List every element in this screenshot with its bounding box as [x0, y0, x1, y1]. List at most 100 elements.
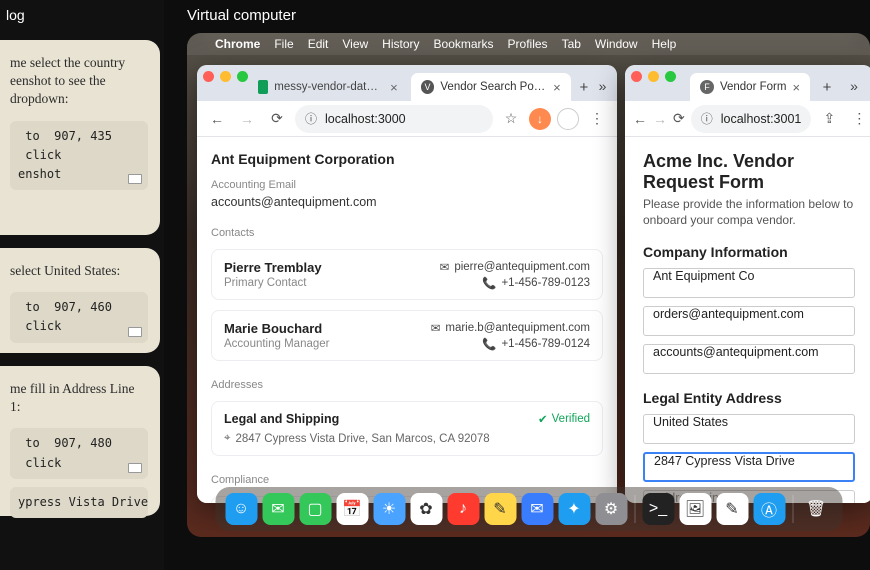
dock-weather[interactable]: ☀ [373, 493, 405, 525]
overflow-menu-icon[interactable]: » [841, 74, 867, 98]
dock-textedit[interactable]: ✎ [716, 493, 748, 525]
menu-item[interactable]: History [382, 37, 419, 51]
window-minimize-icon[interactable] [648, 71, 659, 82]
mail-icon: ✉ [431, 321, 441, 335]
reload-button[interactable]: ⟳ [265, 107, 289, 131]
address-value: ⌖2847 Cypress Vista Drive, San Marcos, C… [224, 432, 590, 445]
address-bar[interactable]: ⓘ localhost:3000 [295, 105, 493, 133]
share-button[interactable]: ⇪ [817, 107, 841, 131]
dock[interactable]: ☺✉▢📅☀✿♪✎✉✦⚙>_🖼✎Ⓐ🗑 [215, 487, 842, 531]
address-line-1-input[interactable]: 2847 Cypress Vista Drive [643, 452, 855, 482]
dock-safari[interactable]: ✦ [558, 493, 590, 525]
tab-strip[interactable]: F Vendor Form × + » [625, 65, 870, 101]
menu-item[interactable]: Profiles [508, 37, 548, 51]
phone-icon: 📞 [482, 337, 496, 351]
url-text: localhost:3000 [325, 112, 406, 126]
url-text: localhost:3001 [721, 112, 802, 126]
back-button[interactable]: ← [205, 107, 229, 131]
menu-item[interactable]: Tab [562, 37, 581, 51]
screenshot-thumb-icon [128, 174, 142, 184]
browser-window-left: messy-vendor-data - Google × V Vendor Se… [197, 65, 617, 503]
dock-notes[interactable]: ✎ [484, 493, 516, 525]
section-label: Compliance [211, 474, 603, 486]
vendor-portal-page[interactable]: Ant Equipment Corporation Accounting Ema… [197, 137, 617, 503]
verified-badge: ✔Verified [538, 412, 590, 426]
contact-phone: 📞+1-456-789-0124 [482, 337, 590, 351]
contact-email: ✉pierre@antequipment.com [440, 260, 590, 274]
close-icon[interactable]: × [792, 80, 800, 95]
window-zoom-icon[interactable] [237, 71, 248, 82]
dock-calendar[interactable]: 📅 [336, 493, 368, 525]
window-close-icon[interactable] [203, 71, 214, 82]
site-favicon-icon: V [421, 80, 435, 94]
accounting-email: accounts@antequipment.com [211, 195, 603, 209]
log-step-3: me fill in Address Line 1: to 907, 480 c… [0, 366, 160, 516]
forward-button[interactable]: → [653, 107, 667, 131]
menu-item[interactable]: Help [652, 37, 677, 51]
dock-messages[interactable]: ✉ [262, 493, 294, 525]
window-minimize-icon[interactable] [220, 71, 231, 82]
dock-photos[interactable]: ✿ [410, 493, 442, 525]
company-name-input[interactable]: Ant Equipment Co [643, 268, 855, 298]
dock-music[interactable]: ♪ [447, 493, 479, 525]
section-label: Addresses [211, 379, 603, 391]
country-select[interactable]: United States [643, 414, 855, 444]
browser-window-right: F Vendor Form × + » ← → ⟳ ⓘ localhost:30… [625, 65, 870, 503]
reload-button[interactable]: ⟳ [673, 107, 685, 131]
code-block: ypress Vista Drive [10, 487, 148, 518]
contact-phone: 📞+1-456-789-0123 [482, 276, 590, 290]
profile-button[interactable] [557, 108, 579, 130]
dock-terminal[interactable]: >_ [642, 493, 674, 525]
close-icon[interactable]: × [553, 80, 561, 95]
dock-facetime[interactable]: ▢ [299, 493, 331, 525]
mac-menubar[interactable]: Chrome File Edit View History Bookmarks … [187, 33, 870, 55]
contact-card: Marie Bouchard Accounting Manager ✉marie… [211, 310, 603, 361]
tab-sheets[interactable]: messy-vendor-data - Google × [248, 73, 408, 101]
overflow-menu-icon[interactable]: » [594, 74, 611, 98]
dock-settings[interactable]: ⚙ [595, 493, 627, 525]
dock-trash[interactable]: 🗑 [800, 493, 832, 525]
menu-item[interactable]: Chrome [215, 37, 260, 51]
address-bar[interactable]: ⓘ localhost:3001 [691, 105, 812, 133]
window-close-icon[interactable] [631, 71, 642, 82]
address-type: Legal and Shipping [224, 412, 590, 426]
dock-finder[interactable]: ☺ [225, 493, 257, 525]
menu-item[interactable]: Window [595, 37, 638, 51]
star-button[interactable]: ☆ [499, 107, 523, 131]
code-block: to 907, 480 click [10, 428, 148, 478]
tab-vendor-form[interactable]: F Vendor Form × [690, 73, 810, 101]
orders-email-input[interactable]: orders@antequipment.com [643, 306, 855, 336]
menu-item[interactable]: File [274, 37, 293, 51]
back-button[interactable]: ← [633, 107, 647, 131]
new-tab-button[interactable]: + [816, 76, 838, 98]
window-zoom-icon[interactable] [665, 71, 676, 82]
vendor-form-page[interactable]: Acme Inc. Vendor Request Form Please pro… [625, 137, 870, 503]
virtual-computer: Chrome File Edit View History Bookmarks … [187, 33, 870, 537]
menu-item[interactable]: Bookmarks [434, 37, 494, 51]
dock-mail[interactable]: ✉ [521, 493, 553, 525]
mail-icon: ✉ [440, 260, 450, 274]
log-step-1: me select the country eenshot to see the… [0, 40, 160, 235]
log-text: me select the country eenshot to see the… [10, 54, 148, 109]
tab-strip[interactable]: messy-vendor-data - Google × V Vendor Se… [197, 65, 617, 101]
menu-item[interactable]: View [342, 37, 368, 51]
log-title: log [6, 7, 25, 23]
site-favicon-icon: F [700, 80, 714, 94]
address-card: Legal and Shipping ✔Verified ⌖2847 Cypre… [211, 401, 603, 456]
virtual-computer-title: Virtual computer [187, 7, 296, 24]
form-title: Acme Inc. Vendor Request Form [643, 151, 855, 193]
dock-preview[interactable]: 🖼 [679, 493, 711, 525]
download-button[interactable]: ↓ [529, 108, 551, 130]
log-step-2: select United States: to 907, 460 click [0, 248, 160, 353]
dock-appstore[interactable]: Ⓐ [753, 493, 785, 525]
new-tab-button[interactable]: + [577, 76, 591, 98]
tab-vendor-portal[interactable]: V Vendor Search Portal × [411, 73, 571, 101]
accounts-email-input[interactable]: accounts@antequipment.com [643, 344, 855, 374]
menu-item[interactable]: Edit [308, 37, 329, 51]
chrome-menu-button[interactable]: ⋮ [585, 107, 609, 131]
site-info-icon[interactable]: ⓘ [701, 110, 713, 127]
forward-button[interactable]: → [235, 107, 259, 131]
close-icon[interactable]: × [390, 80, 398, 95]
chrome-menu-button[interactable]: ⋮ [847, 107, 870, 131]
site-info-icon[interactable]: ⓘ [305, 110, 317, 127]
